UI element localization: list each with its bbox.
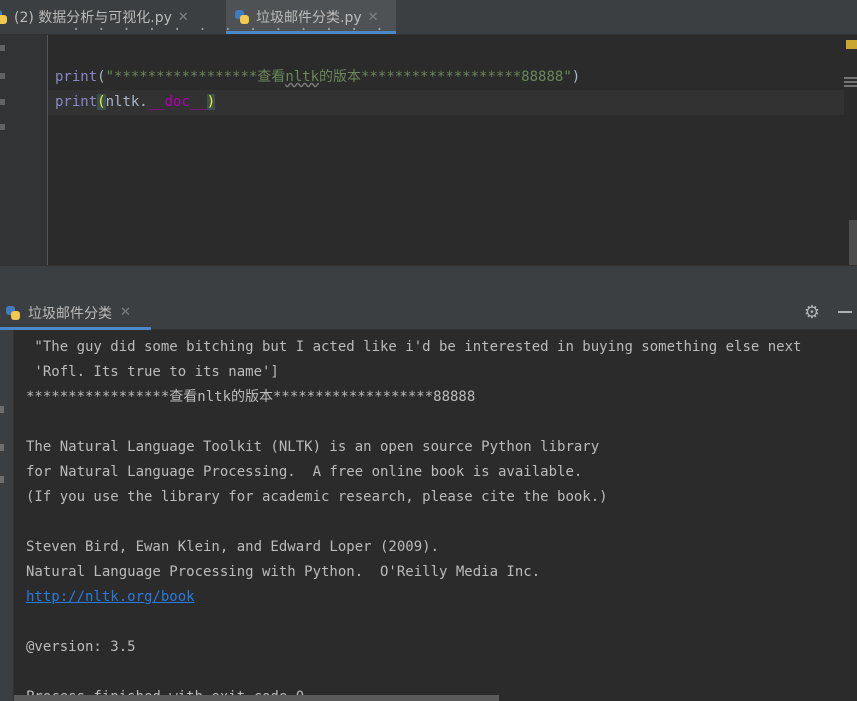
console-line: Steven Bird, Ewan Klein, and Edward Lope… (26, 539, 440, 555)
gear-icon[interactable]: ⚙ (802, 302, 822, 323)
nltk-book-link[interactable]: http://nltk.org/book (26, 585, 195, 610)
console-line: The Natural Language Toolkit (NLTK) is a… (26, 439, 600, 455)
editor-gutter (0, 35, 48, 265)
run-console-output[interactable]: "The guy did some bitching but I acted l… (14, 330, 857, 701)
argument: nltk. (105, 94, 148, 110)
open-paren-highlight: ( (97, 94, 106, 110)
code-line-1: print("*****************查看nltk的版本*******… (55, 65, 580, 90)
string-literal-typo: nltk (285, 69, 320, 85)
console-line: "The guy did some bitching but I acted l… (26, 339, 802, 355)
editor-scrollbar-thumb[interactable] (849, 220, 857, 265)
python-run-icon (5, 305, 21, 321)
run-gutter (0, 330, 14, 701)
code-editor[interactable]: · · · · · · · · · · · · · print("*******… (48, 22, 857, 265)
close-paren-highlight: ) (206, 94, 216, 110)
run-tab-label: 垃圾邮件分类 (28, 305, 112, 322)
close-paren: ) (571, 69, 581, 85)
string-literal-b: 的版本*******************88888" (319, 69, 572, 85)
string-literal-a: "*****************查看 (105, 69, 286, 85)
gutter-marker (0, 45, 5, 51)
gutter-marker (0, 444, 4, 451)
warning-marker[interactable] (846, 40, 857, 49)
ide-window: (2) 数据分析与可视化.py ✕ 垃圾邮件分类.py ✕ · · · · · … (0, 0, 857, 701)
console-line: @version: 3.5 (26, 639, 136, 655)
run-tab[interactable]: 垃圾邮件分类 ✕ (0, 296, 151, 330)
console-line: Natural Language Processing with Python.… (26, 564, 541, 580)
console-line: (If you use the library for academic res… (26, 489, 608, 505)
panel-separator (0, 265, 857, 297)
open-paren: ( (97, 69, 106, 85)
gutter-marker (0, 476, 4, 483)
close-icon[interactable]: ✕ (120, 305, 131, 320)
gutter-marker (0, 124, 5, 130)
print-keyword: print (55, 94, 98, 110)
code-line-2: print(nltk.__doc__) (55, 90, 216, 115)
console-horizontal-scrollbar[interactable] (14, 695, 499, 701)
python-file-icon (0, 9, 8, 25)
print-keyword: print (55, 69, 98, 85)
cut-off-line: · · · · · · · · · · · · · (55, 22, 384, 38)
console-line: 'Rofl. Its true to its name'] (26, 364, 279, 380)
doc-attribute: __doc__ (147, 94, 207, 110)
run-toolwindow-header: 垃圾邮件分类 ✕ ⚙ (0, 296, 857, 330)
gutter-marker (0, 406, 4, 413)
console-line: for Natural Language Processing. A free … (26, 464, 583, 480)
gutter-marker (0, 99, 5, 105)
console-line: *****************查看nltk的版本**************… (26, 389, 476, 405)
code-marker-lines[interactable] (844, 77, 857, 89)
gutter-marker (0, 73, 5, 79)
minimize-icon[interactable] (835, 302, 855, 322)
